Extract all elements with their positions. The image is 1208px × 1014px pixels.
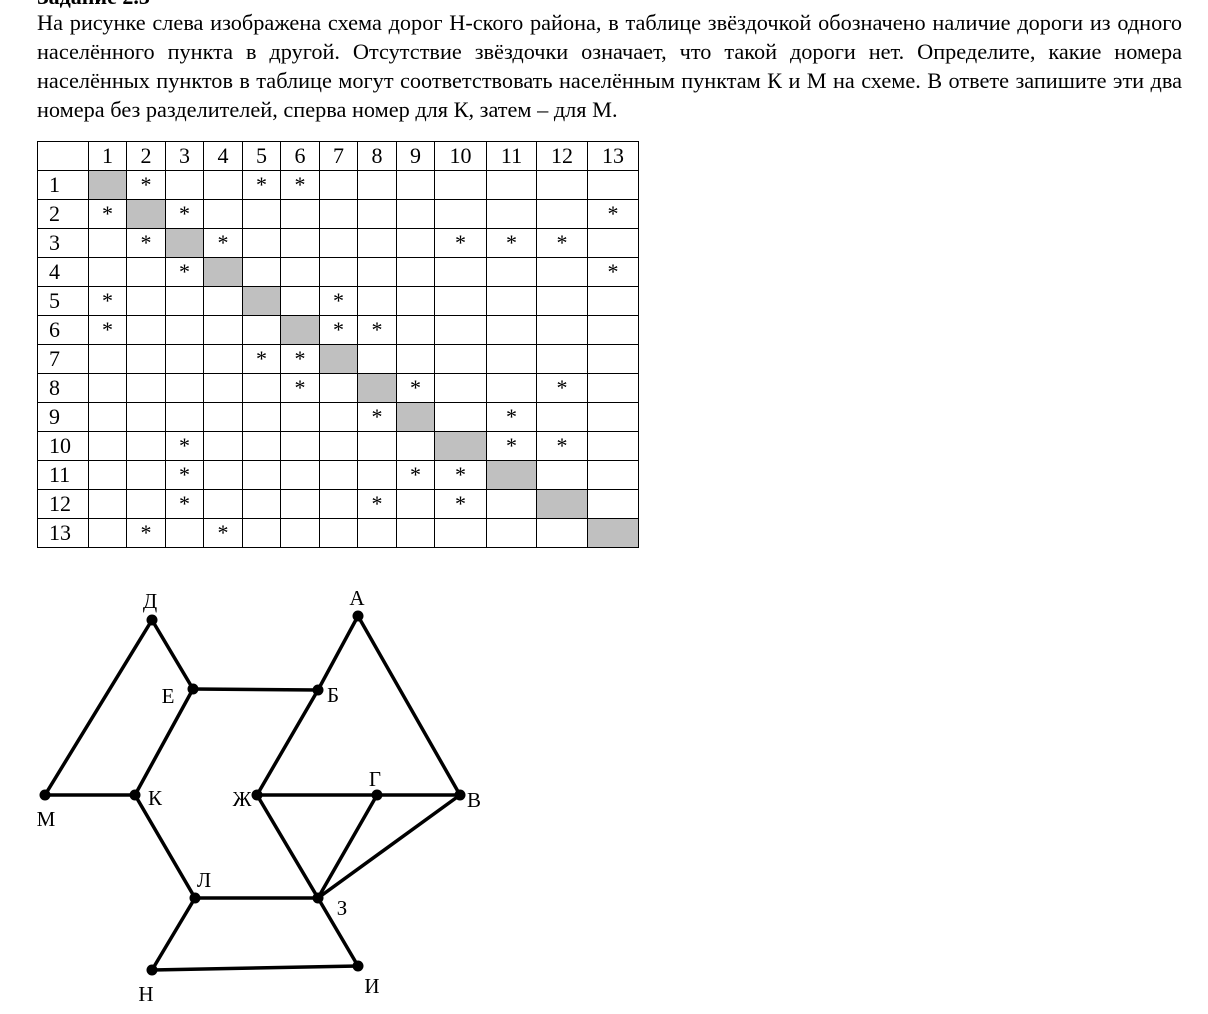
road-scheme-diagram: Д А Е Б М К Ж Г В Л З Н И: [37, 586, 481, 1006]
node-point-l: [189, 892, 201, 904]
node-point-d: [146, 614, 158, 626]
node-label-m: М: [37, 807, 56, 831]
road-edge-d-e: [150, 618, 195, 691]
road-edge-l-n: [150, 896, 197, 972]
node-point-i: [352, 960, 364, 972]
road-edge-a-b: [316, 614, 360, 692]
road-edge-b-zh: [255, 688, 320, 797]
road-edge-g-z: [316, 793, 379, 900]
node-point-a: [352, 610, 364, 622]
node-label-e: Е: [162, 684, 175, 708]
node-label-n: Н: [138, 982, 153, 1006]
node-label-b: Б: [327, 683, 339, 707]
node-label-d: Д: [143, 589, 157, 613]
road-edge-v-z: [316, 793, 462, 900]
road-edge-n-i: [150, 964, 360, 972]
node-label-g: Г: [369, 767, 381, 791]
node-label-l: Л: [197, 868, 211, 892]
node-label-v: В: [467, 788, 481, 812]
road-edge-e-b: [191, 687, 320, 692]
node-label-k: К: [148, 786, 163, 810]
node-point-zh: [251, 789, 263, 801]
road-edge-d-m: [43, 618, 154, 797]
node-label-i: И: [364, 974, 379, 998]
node-point-e: [187, 683, 199, 695]
node-point-g: [371, 789, 383, 801]
node-point-z: [312, 892, 324, 904]
node-label-z: З: [337, 896, 348, 920]
road-edge-zh-z: [255, 793, 320, 900]
road-edge-k-l: [133, 793, 197, 900]
node-point-b: [312, 684, 324, 696]
node-point-v: [454, 789, 466, 801]
node-label-a: А: [349, 586, 365, 610]
road-nodes: [39, 610, 466, 976]
node-point-k: [129, 789, 141, 801]
node-point-n: [146, 964, 158, 976]
node-label-zh: Ж: [233, 787, 252, 811]
node-point-m: [39, 789, 51, 801]
